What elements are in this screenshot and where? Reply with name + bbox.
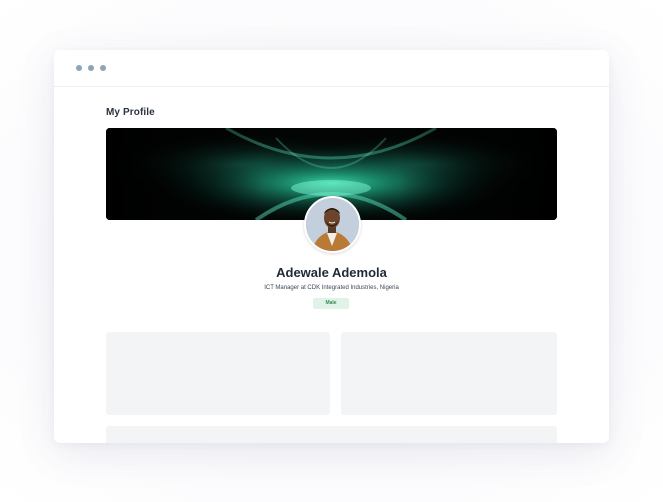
window-dot-icon[interactable] xyxy=(88,65,94,71)
avatar-photo xyxy=(306,198,359,251)
browser-window: My Profile Adewale Ademola ICT Manager a… xyxy=(54,50,609,443)
window-dot-icon[interactable] xyxy=(100,65,106,71)
avatar[interactable] xyxy=(304,196,361,253)
profile-subtitle: ICT Manager at CDK Integrated Industries… xyxy=(264,285,399,291)
window-dot-icon[interactable] xyxy=(76,65,82,71)
window-titlebar xyxy=(54,50,609,87)
info-card-right xyxy=(341,332,557,415)
info-card-left xyxy=(106,332,330,415)
gender-badge: Male xyxy=(313,298,349,309)
page-background: My Profile Adewale Ademola ICT Manager a… xyxy=(0,0,663,502)
page-title: My Profile xyxy=(106,107,155,118)
info-card-bottom xyxy=(106,426,557,443)
profile-name: Adewale Ademola xyxy=(276,265,387,280)
